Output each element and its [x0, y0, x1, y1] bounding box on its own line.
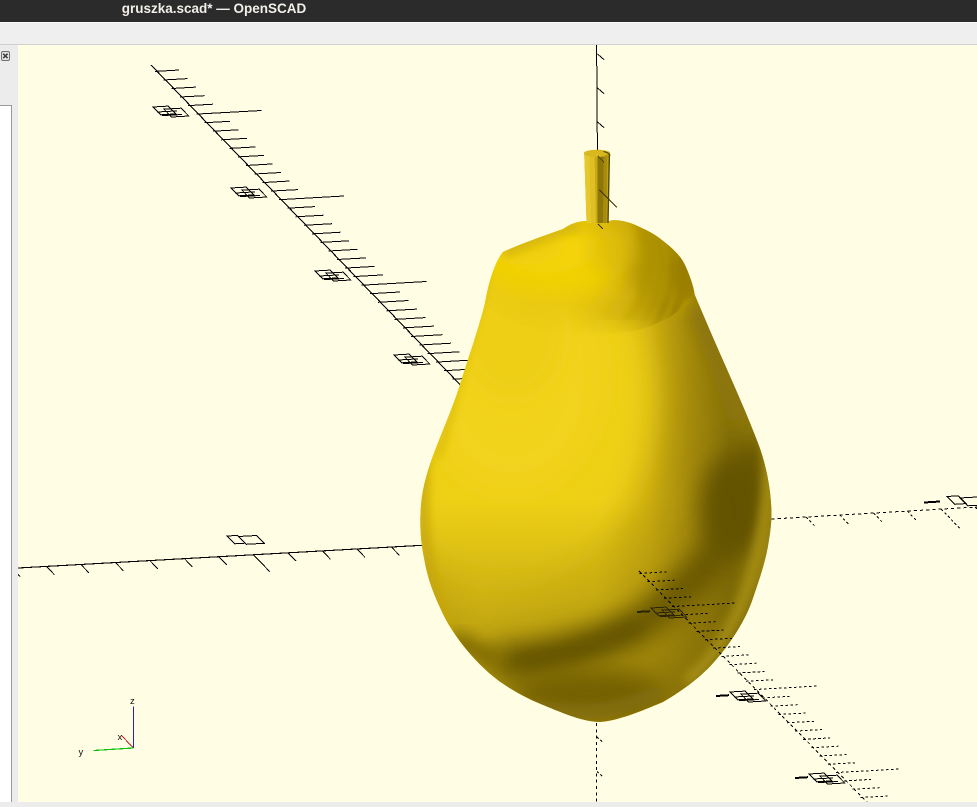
svg-text:x: x: [118, 732, 123, 743]
svg-text:y: y: [79, 747, 84, 758]
svg-text:z: z: [130, 696, 135, 707]
